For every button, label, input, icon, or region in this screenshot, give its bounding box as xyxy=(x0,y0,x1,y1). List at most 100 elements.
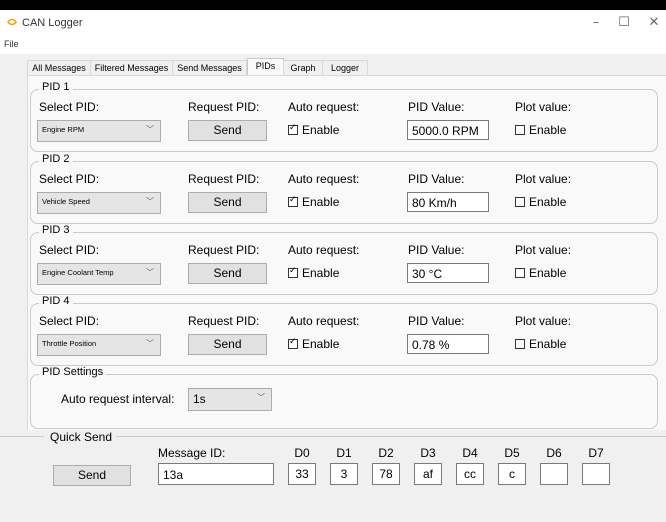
chevron-down-icon: ﹀ xyxy=(146,197,154,206)
check-icon: ✓ xyxy=(289,123,297,133)
enable-label: Enable xyxy=(302,195,340,209)
pid-select-dropdown[interactable]: Throttle Position ﹀ xyxy=(37,334,161,356)
enable-label: Enable xyxy=(529,337,567,351)
send-pid-button[interactable]: Send xyxy=(188,334,267,355)
tab-logger[interactable]: Logger xyxy=(322,60,368,75)
minimize-button[interactable]: – xyxy=(586,15,606,31)
pid-group-title: PID 4 xyxy=(39,295,73,307)
plot-value-checkbox[interactable]: Enable xyxy=(515,337,566,351)
request-pid-label: Request PID: xyxy=(188,172,260,186)
quick-send-divider-right xyxy=(116,436,666,437)
send-pid-button[interactable]: Send xyxy=(188,192,267,213)
byte-label-d6: D6 xyxy=(546,446,562,460)
plot-value-checkbox[interactable]: Enable xyxy=(515,266,566,280)
chevron-down-icon: ﹀ xyxy=(146,339,154,348)
byte-field-d4[interactable]: cc xyxy=(456,463,484,485)
pid-select-value: Engine RPM xyxy=(42,125,85,134)
auto-request-checkbox[interactable]: ✓ Enable xyxy=(288,195,339,209)
pid-select-value: Vehicle Speed xyxy=(42,197,90,206)
pid-select-value: Throttle Position xyxy=(42,339,97,348)
chevron-down-icon: ﹀ xyxy=(146,268,154,277)
quick-send-divider-left xyxy=(0,436,44,437)
request-pid-label: Request PID: xyxy=(188,314,260,328)
auto-request-label: Auto request: xyxy=(288,314,360,328)
auto-request-checkbox[interactable]: ✓ Enable xyxy=(288,266,339,280)
app-logo-icon xyxy=(7,18,17,26)
plot-value-label: Plot value: xyxy=(515,172,572,186)
select-pid-label: Select PID: xyxy=(39,314,100,328)
pid-select-value: Engine Coolant Temp xyxy=(42,268,114,277)
send-pid-button[interactable]: Send xyxy=(188,263,267,284)
menu-bar: File xyxy=(0,38,666,54)
pid-select-dropdown[interactable]: Engine RPM ﹀ xyxy=(37,120,161,142)
request-pid-label: Request PID: xyxy=(188,100,260,114)
byte-field-d1[interactable]: 3 xyxy=(330,463,358,485)
byte-label-d7: D7 xyxy=(588,446,604,460)
interval-select-value: 1s xyxy=(193,392,206,406)
byte-label-d0: D0 xyxy=(294,446,310,460)
tab-filtered-messages[interactable]: Filtered Messages xyxy=(90,60,173,75)
checkbox-box xyxy=(515,125,525,135)
select-pid-label: Select PID: xyxy=(39,172,100,186)
pid-group-4: PID 4 Select PID: Request PID: Auto requ… xyxy=(30,295,658,366)
byte-label-d3: D3 xyxy=(420,446,436,460)
byte-field-d2[interactable]: 78 xyxy=(372,463,400,485)
auto-request-checkbox[interactable]: ✓ Enable xyxy=(288,337,339,351)
pid-value-field[interactable]: 80 Km/h xyxy=(407,192,489,212)
auto-request-label: Auto request: xyxy=(288,100,360,114)
checkbox-box: ✓ xyxy=(288,266,298,278)
chevron-down-icon: ﹀ xyxy=(146,125,154,134)
byte-label-d4: D4 xyxy=(462,446,478,460)
tab-all-messages[interactable]: All Messages xyxy=(27,60,91,75)
enable-label: Enable xyxy=(529,266,567,280)
quick-send-title: Quick Send xyxy=(48,430,115,444)
byte-label-d5: D5 xyxy=(504,446,520,460)
enable-label: Enable xyxy=(529,195,567,209)
message-id-field[interactable]: 13a xyxy=(158,463,274,485)
interval-select-dropdown[interactable]: 1s ﹀ xyxy=(188,388,272,411)
byte-label-d1: D1 xyxy=(336,446,352,460)
title-bar[interactable]: CAN Logger – ☐ ✕ xyxy=(0,10,666,38)
menu-file[interactable]: File xyxy=(4,39,19,49)
enable-label: Enable xyxy=(529,123,567,137)
pid-group-title: PID 3 xyxy=(39,224,73,236)
check-icon: ✓ xyxy=(289,195,297,205)
send-pid-button[interactable]: Send xyxy=(188,120,267,141)
pid-value-field[interactable]: 5000.0 RPM xyxy=(407,120,489,140)
auto-request-label: Auto request: xyxy=(288,243,360,257)
request-pid-label: Request PID: xyxy=(188,243,260,257)
pid-select-dropdown[interactable]: Vehicle Speed ﹀ xyxy=(37,192,161,214)
pid-value-field[interactable]: 30 °C xyxy=(407,263,489,283)
close-button[interactable]: ✕ xyxy=(644,15,664,31)
pid-settings-group: PID Settings Auto request interval: 1s ﹀ xyxy=(30,366,658,429)
pid-value-label: PID Value: xyxy=(408,172,465,186)
quick-send-button[interactable]: Send xyxy=(53,465,131,486)
byte-field-d5[interactable]: c xyxy=(498,463,526,485)
app-window: CAN Logger – ☐ ✕ File All Messages Filte… xyxy=(0,10,666,522)
checkbox-box xyxy=(515,339,525,349)
check-icon: ✓ xyxy=(289,266,297,276)
pid-group-title: PID 2 xyxy=(39,153,73,165)
tab-pids[interactable]: PIDs xyxy=(247,58,284,76)
tab-send-messages[interactable]: Send Messages xyxy=(172,60,247,75)
byte-field-d3[interactable]: af xyxy=(414,463,442,485)
window-title: CAN Logger xyxy=(22,17,83,29)
checkbox-box: ✓ xyxy=(288,195,298,207)
pid-value-label: PID Value: xyxy=(408,100,465,114)
pid-group-title: PID 1 xyxy=(39,81,73,93)
pid-group-1: PID 1 Select PID: Request PID: Auto requ… xyxy=(30,81,658,152)
auto-request-checkbox[interactable]: ✓ Enable xyxy=(288,123,339,137)
pid-select-dropdown[interactable]: Engine Coolant Temp ﹀ xyxy=(37,263,161,285)
pid-settings-title: PID Settings xyxy=(39,366,107,378)
byte-field-d7[interactable] xyxy=(582,463,610,485)
pid-value-label: PID Value: xyxy=(408,314,465,328)
tab-graph[interactable]: Graph xyxy=(283,60,323,75)
plot-value-checkbox[interactable]: Enable xyxy=(515,195,566,209)
pid-value-field[interactable]: 0.78 % xyxy=(407,334,489,354)
maximize-button[interactable]: ☐ xyxy=(614,15,634,31)
byte-field-d0[interactable]: 33 xyxy=(288,463,316,485)
pid-group-3: PID 3 Select PID: Request PID: Auto requ… xyxy=(30,224,658,295)
plot-value-checkbox[interactable]: Enable xyxy=(515,123,566,137)
byte-field-d6[interactable] xyxy=(540,463,568,485)
checkbox-box: ✓ xyxy=(288,123,298,135)
